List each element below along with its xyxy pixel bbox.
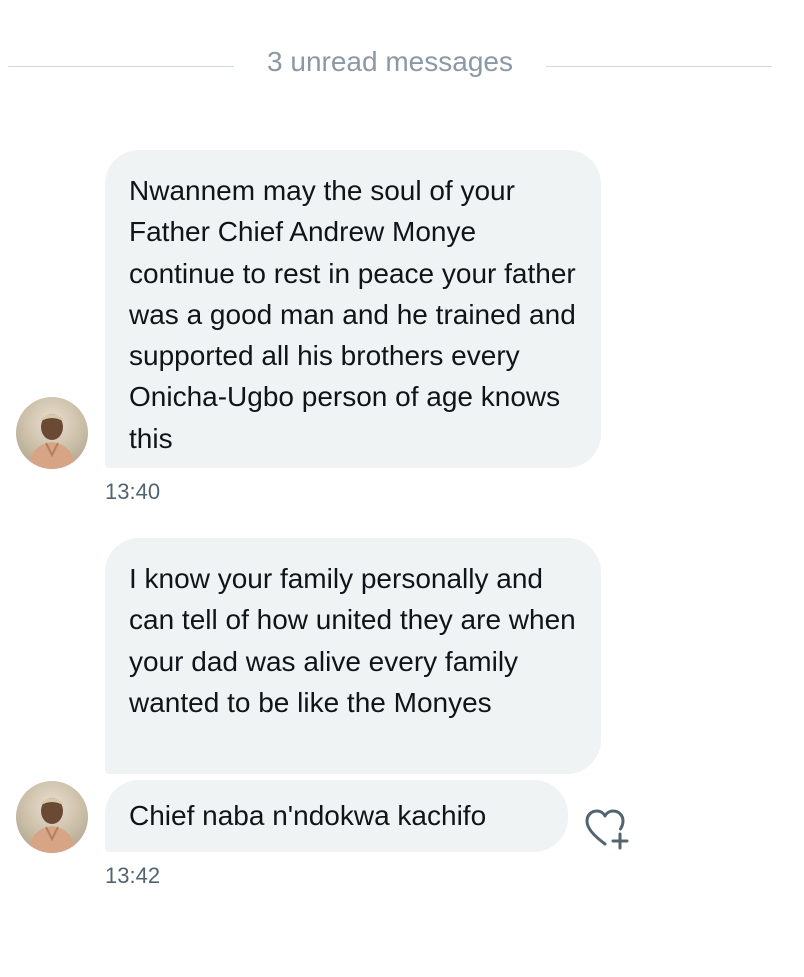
- message-timestamp: 13:40: [105, 479, 161, 504]
- divider-line-right: [546, 66, 772, 67]
- sender-avatar[interactable]: [16, 781, 88, 853]
- unread-messages-label: 3 unread messages: [267, 46, 513, 77]
- heart-plus-icon: [585, 809, 629, 850]
- avatar-photo-icon: [28, 798, 76, 853]
- message-bubble[interactable]: I know your family personally and can te…: [105, 538, 601, 774]
- add-reaction-button[interactable]: [583, 806, 631, 852]
- sender-avatar[interactable]: [16, 397, 88, 469]
- avatar-photo-icon: [28, 414, 76, 469]
- message-bubble[interactable]: Chief naba n'ndokwa kachifo: [105, 780, 568, 852]
- message-bubble[interactable]: Nwannem may the soul of your Father Chie…: [105, 150, 601, 468]
- divider-line-left: [8, 66, 234, 67]
- message-timestamp: 13:42: [105, 863, 161, 888]
- unread-divider: 3 unread messages: [0, 40, 804, 86]
